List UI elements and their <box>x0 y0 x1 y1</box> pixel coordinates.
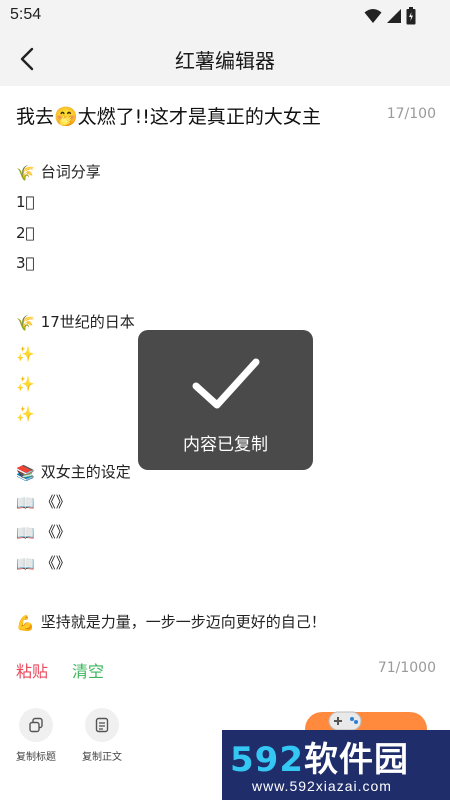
wifi-icon <box>364 9 382 23</box>
body-line: 📖 《》 <box>16 551 71 575</box>
body-line: 📖 《》 <box>16 520 71 544</box>
body-line: ✨ <box>16 341 41 365</box>
copy-body-button[interactable]: 复制正文 <box>67 700 137 763</box>
checkmark-icon <box>192 358 260 409</box>
body-line: 3⃣ <box>16 254 35 272</box>
copy-title-button[interactable]: 复制标题 <box>1 700 71 763</box>
title-input-value: 我去🤭太燃了!!这才是真正的大女主 <box>16 106 321 128</box>
rice-icon: 🌾 <box>16 313 35 332</box>
copy-body-label: 复制正文 <box>82 752 122 763</box>
body-line: 📚 双女主的设定 <box>16 460 131 484</box>
paste-button[interactable]: 粘贴 <box>16 658 48 682</box>
flexed-biceps-icon: 💪 <box>16 613 35 632</box>
open-book-icon: 📖 <box>16 493 35 512</box>
body-line: ✨ <box>16 401 41 425</box>
battery-icon <box>406 7 416 25</box>
body-char-count: 71/1000 <box>377 660 436 676</box>
status-time: 5:54 <box>10 6 42 23</box>
status-icons <box>364 7 416 25</box>
clear-button[interactable]: 清空 <box>72 658 104 682</box>
title-input[interactable]: 我去🤭太燃了!!这才是真正的大女主 17/100 <box>16 100 436 132</box>
open-book-icon: 📖 <box>16 554 35 573</box>
sparkles-icon: ✨ <box>16 344 35 363</box>
status-bar: 5:54 <box>0 0 450 32</box>
body-line: ✨ <box>16 371 41 395</box>
body-line: 📖 《》 <box>16 490 71 514</box>
watermark-url: www.592xiazai.com <box>252 778 392 794</box>
body-line: 2⃣ <box>16 224 35 242</box>
body-line: 🌾 17世纪的日本 <box>16 310 135 334</box>
sparkles-icon: ✨ <box>16 404 35 423</box>
app-bar: 红薯编辑器 <box>0 32 450 86</box>
rice-icon: 🌾 <box>16 163 35 182</box>
signal-icon <box>387 9 401 23</box>
document-icon <box>85 708 119 742</box>
books-icon: 📚 <box>16 463 35 482</box>
toast-message: 内容已复制 <box>183 435 268 455</box>
sparkles-icon: ✨ <box>16 374 35 393</box>
watermark-logo: 592软件园 www.592xiazai.com <box>222 730 450 800</box>
title-char-count: 17/100 <box>386 106 436 122</box>
body-line: 💪 坚持就是力量，一步一步迈向更好的自己！ <box>16 610 326 634</box>
body-line: 1⃣ <box>16 193 35 211</box>
copied-toast: 内容已复制 <box>138 330 313 470</box>
actions-row: 粘贴 清空 71/1000 <box>16 658 436 682</box>
watermark-title: 592软件园 <box>230 740 409 780</box>
page-title: 红薯编辑器 <box>175 49 275 73</box>
body-line: 🌾 台词分享 <box>16 160 101 184</box>
copy-icon <box>19 708 53 742</box>
open-book-icon: 📖 <box>16 523 35 542</box>
copy-title-label: 复制标题 <box>16 752 56 763</box>
